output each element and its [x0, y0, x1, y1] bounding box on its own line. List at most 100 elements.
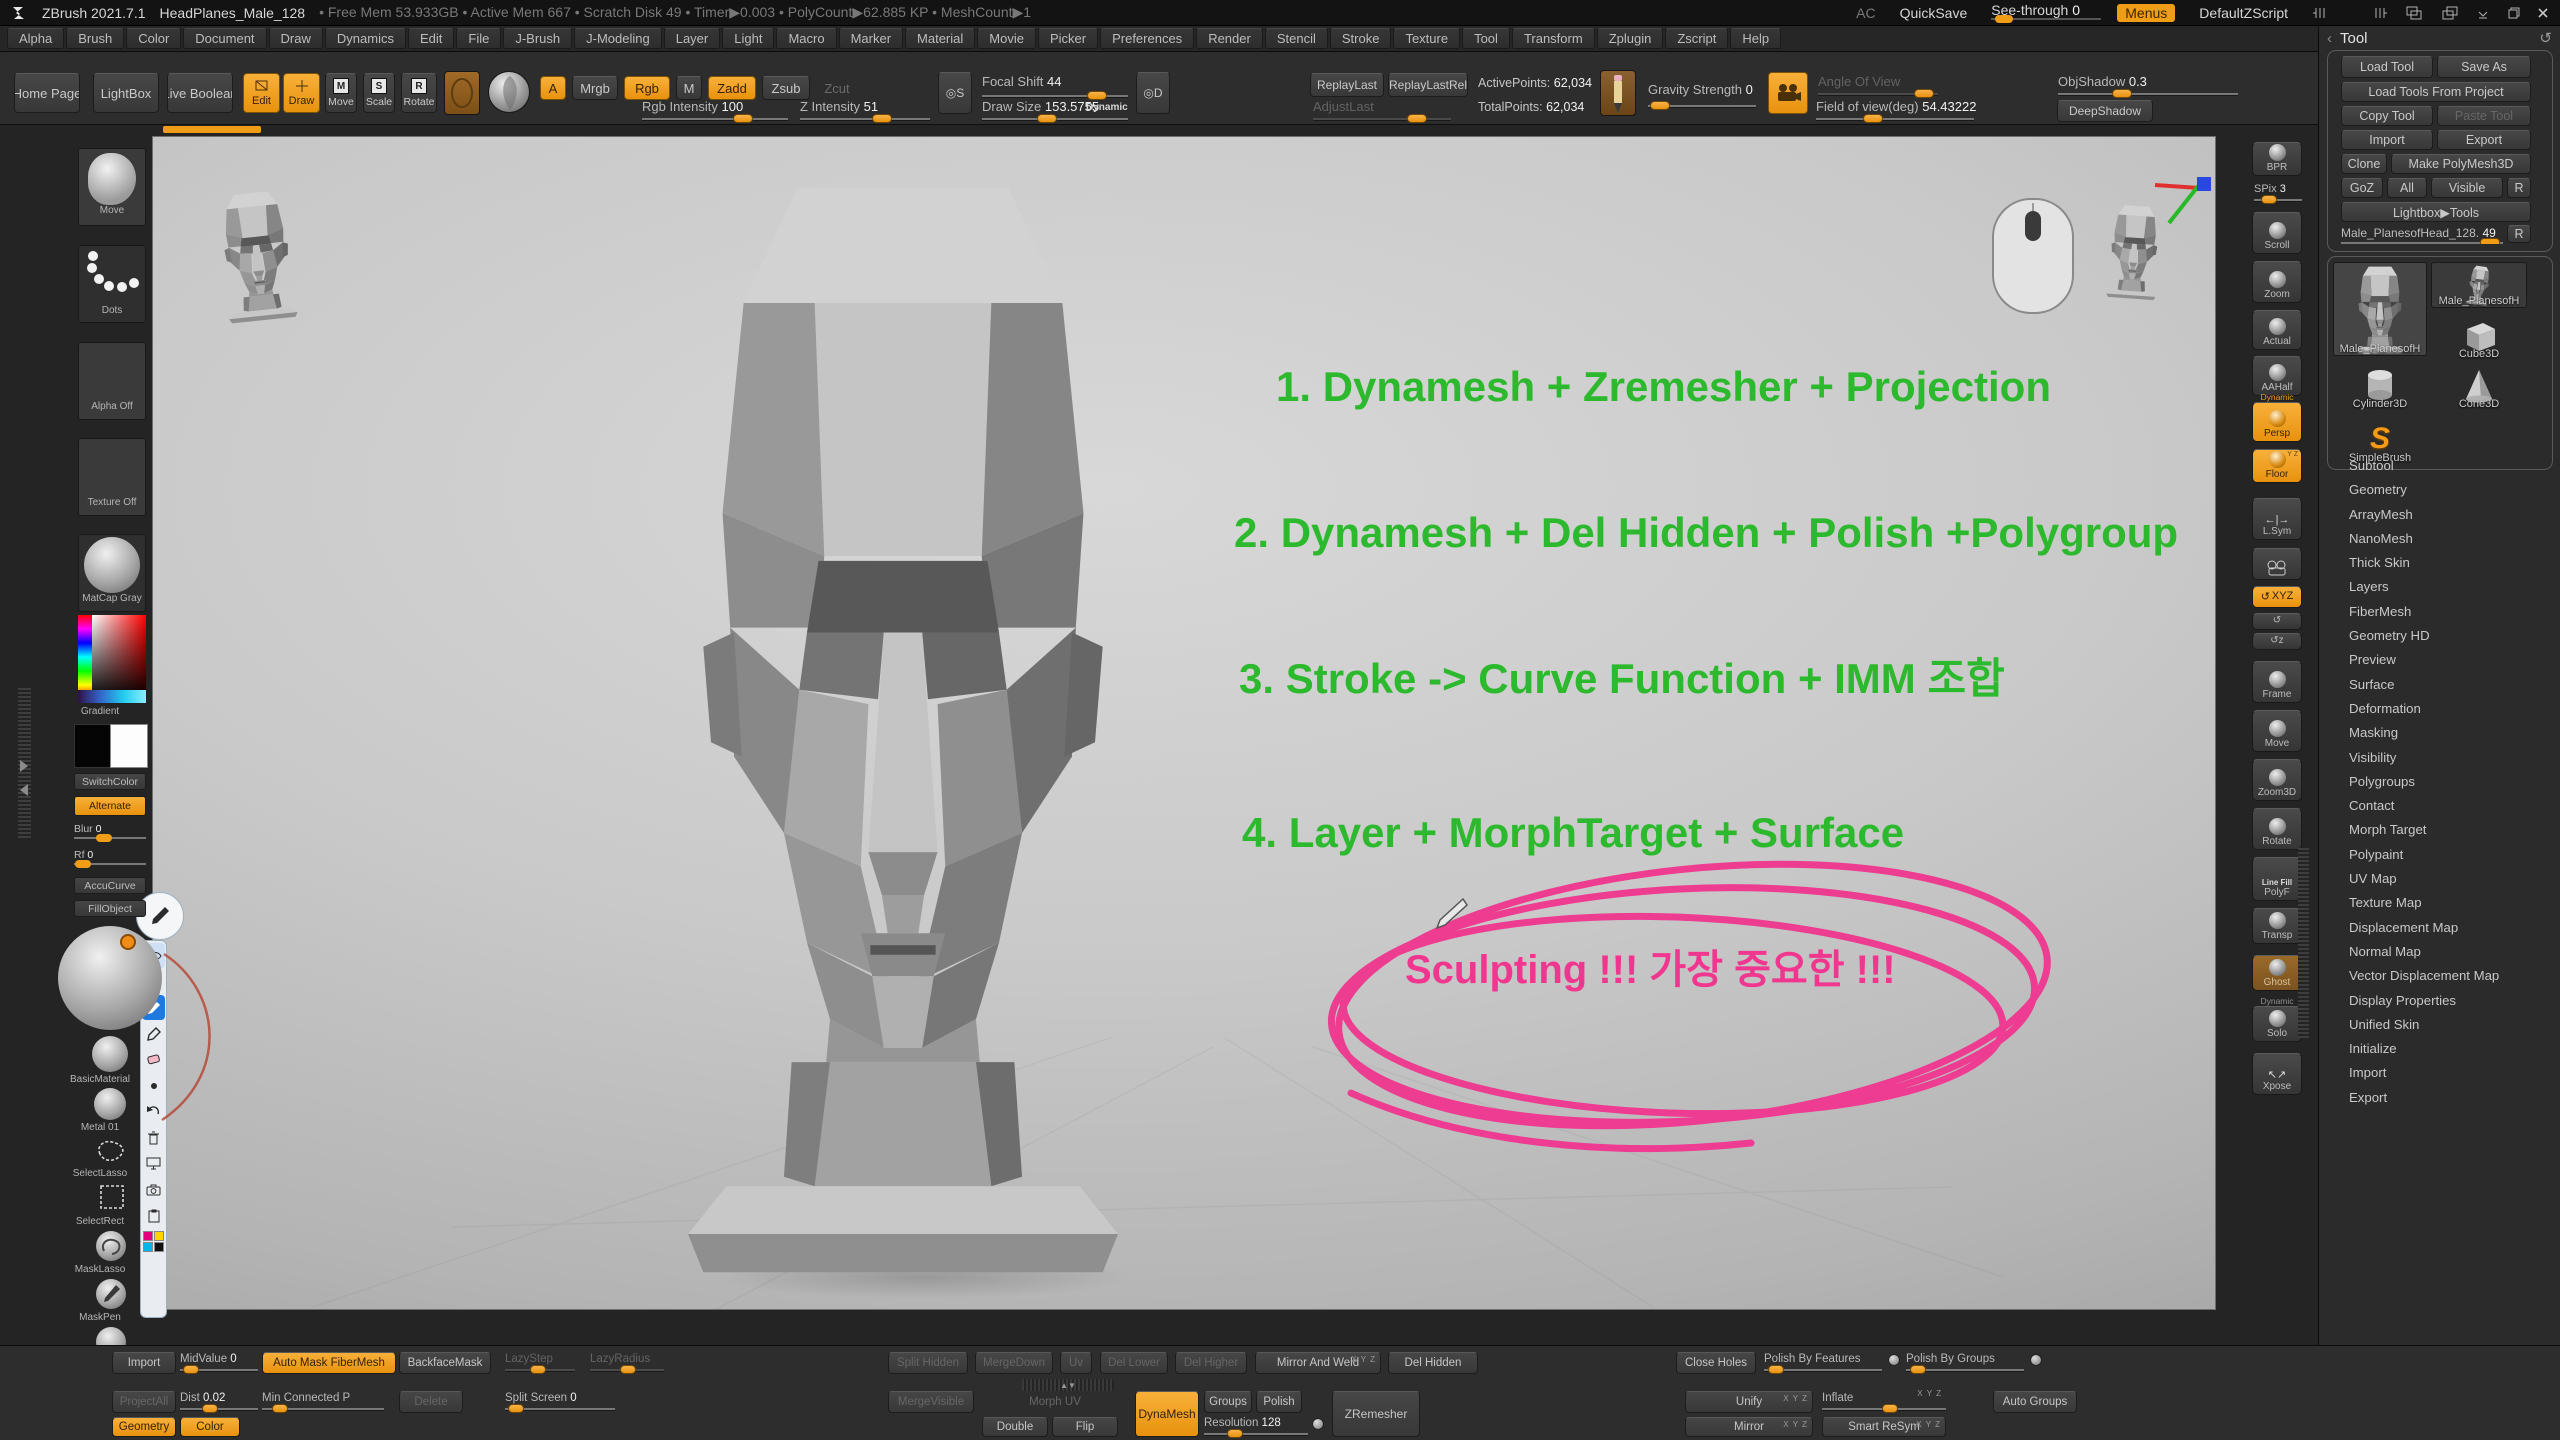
texture-thumbnail[interactable]: Texture Off	[78, 438, 146, 516]
import-tool-button[interactable]: Import	[2341, 130, 2433, 150]
color-tab-button[interactable]: Color	[180, 1417, 240, 1437]
move-button[interactable]: MMove	[325, 73, 357, 113]
floor-button[interactable]: Y ZFloor	[2252, 449, 2302, 483]
import-button[interactable]: Import	[112, 1352, 176, 1374]
tool-r-button[interactable]: R	[2507, 225, 2531, 243]
split-hidden-button[interactable]: Split Hidden	[888, 1352, 968, 1374]
menu-item[interactable]: Draw	[269, 28, 323, 49]
objshadow-slider[interactable]: ObjShadow 0.3	[2058, 74, 2238, 95]
deepshadow-button[interactable]: DeepShadow	[2057, 100, 2153, 122]
polyframe-button[interactable]: Line FillPolyF	[2252, 857, 2302, 901]
mirror-button[interactable]: X Y ZMirror	[1685, 1417, 1813, 1437]
clone-button[interactable]: Clone	[2341, 154, 2387, 174]
rf-slider[interactable]: Rf 0	[74, 849, 146, 865]
close-holes-button[interactable]: Close Holes	[1676, 1352, 1756, 1374]
lazyradius-slider[interactable]: LazyRadius	[590, 1350, 664, 1371]
groups-button[interactable]: Groups	[1204, 1391, 1252, 1413]
ghost-button[interactable]: Ghost	[2252, 955, 2302, 991]
zremesher-button[interactable]: ZRemesher	[1332, 1391, 1420, 1437]
del-lower-button[interactable]: Del Lower	[1100, 1352, 1168, 1374]
zadd-button[interactable]: Zadd	[708, 76, 756, 100]
accucurve-button[interactable]: AccuCurve	[74, 877, 146, 894]
menu-item[interactable]: Stroke	[1330, 28, 1392, 49]
mergedown-button[interactable]: MergeDown	[975, 1352, 1053, 1374]
tool-subpalette-item[interactable]: Geometry	[2349, 482, 2499, 506]
local-symmetry-button[interactable]: ←|→L.Sym	[2252, 498, 2302, 540]
replay-last-rel-button[interactable]: ReplayLastRel	[1388, 73, 1468, 97]
tool-subpalette-item[interactable]: Visibility	[2349, 750, 2499, 774]
goz-all-button[interactable]: All	[2387, 178, 2427, 198]
tool-subpalette-item[interactable]: Polypaint	[2349, 847, 2499, 871]
goz-button[interactable]: GoZ	[2341, 178, 2383, 198]
tool-subpalette-item[interactable]: Geometry HD	[2349, 628, 2499, 652]
home-page-button[interactable]: Home Page	[14, 73, 80, 113]
divider-bars-right-icon[interactable]	[2358, 6, 2388, 20]
metal-material-sphere[interactable]	[94, 1088, 126, 1120]
make-polymesh3d-button[interactable]: Make PolyMesh3D	[2391, 154, 2531, 174]
menu-item[interactable]: Macro	[776, 28, 836, 49]
del-higher-button[interactable]: Del Higher	[1175, 1352, 1247, 1374]
polish-by-groups-slider[interactable]: Polish By Groups	[1906, 1350, 2024, 1371]
rgb-button[interactable]: Rgb	[624, 76, 670, 100]
menu-item[interactable]: Brush	[66, 28, 124, 49]
hue-bar[interactable]	[78, 615, 92, 699]
polish-by-features-toggle[interactable]	[1888, 1354, 1900, 1366]
menu-item[interactable]: Movie	[977, 28, 1036, 49]
polish-by-features-slider[interactable]: Polish By Features	[1764, 1350, 1882, 1371]
pencil-brush-thumbnail[interactable]	[1600, 70, 1636, 116]
alpha-thumbnail[interactable]: Alpha Off	[78, 342, 146, 420]
auto-mask-fibermesh-button[interactable]: Auto Mask FiberMesh	[262, 1352, 396, 1374]
active-tool-slider[interactable]: Male_PlanesofHead_128. 49	[2341, 226, 2503, 244]
tray-resize-handle[interactable]: ▲▼	[1022, 1379, 1114, 1391]
dist-slider[interactable]: Dist 0.02	[180, 1389, 258, 1410]
angle-of-view-slider[interactable]: Angle Of View	[1818, 74, 1938, 95]
select-lasso-icon[interactable]	[94, 1136, 128, 1166]
rotate-view-button[interactable]: Rotate	[2252, 808, 2302, 850]
replay-last-button[interactable]: ReplayLast	[1310, 73, 1384, 97]
zoom-button[interactable]: Zoom	[2252, 261, 2302, 303]
active-tool-thumbnail[interactable]: Male_PlanesofH	[2333, 262, 2427, 356]
basic-material-sphere[interactable]	[92, 1036, 128, 1072]
polish-button[interactable]: Polish	[1256, 1391, 1302, 1413]
current-material-thumbnail[interactable]	[488, 71, 530, 113]
menu-item[interactable]: Render	[1196, 28, 1263, 49]
menu-item[interactable]: Alpha	[7, 28, 64, 49]
current-material-large-sphere[interactable]	[58, 926, 162, 1030]
export-tool-button[interactable]: Export	[2437, 130, 2531, 150]
tool-subpalette-item[interactable]: Import	[2349, 1065, 2499, 1089]
menu-item[interactable]: Dynamics	[325, 28, 406, 49]
solo-button[interactable]: DynamicSolo	[2252, 1006, 2302, 1042]
mergevisible-button[interactable]: MergeVisible	[888, 1391, 974, 1413]
tool-thumb-cylinder3d[interactable]: Cylinder3D	[2333, 362, 2427, 410]
panel-reset-icon[interactable]: ↺	[2539, 29, 2552, 47]
load-tools-from-project-button[interactable]: Load Tools From Project	[2341, 82, 2531, 102]
select-rect-icon[interactable]	[98, 1183, 126, 1211]
rotate-z-button[interactable]: ↺z	[2252, 633, 2302, 650]
quicksave-button[interactable]: QuickSave	[1892, 4, 1976, 22]
live-boolean-button[interactable]: Live Boolean	[167, 73, 233, 113]
restore-icon[interactable]	[2506, 6, 2520, 20]
tool-subpalette-item[interactable]: Contact	[2349, 798, 2499, 822]
menu-item[interactable]: Help	[1730, 28, 1781, 49]
spix-slider[interactable]: SPix 3	[2254, 180, 2302, 201]
menu-item[interactable]: Layer	[664, 28, 721, 49]
camera-lock-button[interactable]	[2252, 548, 2302, 580]
goz-r-button[interactable]: R	[2507, 178, 2531, 198]
tool-subpalette-item[interactable]: Normal Map	[2349, 944, 2499, 968]
secondary-color-swatch[interactable]	[110, 724, 148, 768]
gradient-label[interactable]: Gradient	[52, 706, 148, 717]
tool-subpalette-item[interactable]: Thick Skin	[2349, 555, 2499, 579]
rgb-intensity-slider[interactable]: Rgb Intensity 100	[642, 99, 788, 120]
paste-tool-button[interactable]: Paste Tool	[2437, 106, 2531, 126]
menu-item[interactable]: Zplugin	[1597, 28, 1664, 49]
menu-item[interactable]: Material	[905, 28, 975, 49]
left-collapse-arrow[interactable]	[20, 784, 28, 796]
move-view-button[interactable]: Move	[2252, 710, 2302, 752]
menu-item[interactable]: Transform	[1512, 28, 1595, 49]
gravity-strength-slider[interactable]: Gravity Strength 0	[1648, 82, 1756, 107]
stroke-picker-button[interactable]: ◎S	[938, 72, 972, 114]
m-button[interactable]: M	[676, 76, 702, 100]
uv-button[interactable]: Uv	[1060, 1352, 1092, 1374]
panel-collapse-icon[interactable]: ‹	[2327, 30, 2332, 47]
menu-item[interactable]: Picker	[1038, 28, 1098, 49]
